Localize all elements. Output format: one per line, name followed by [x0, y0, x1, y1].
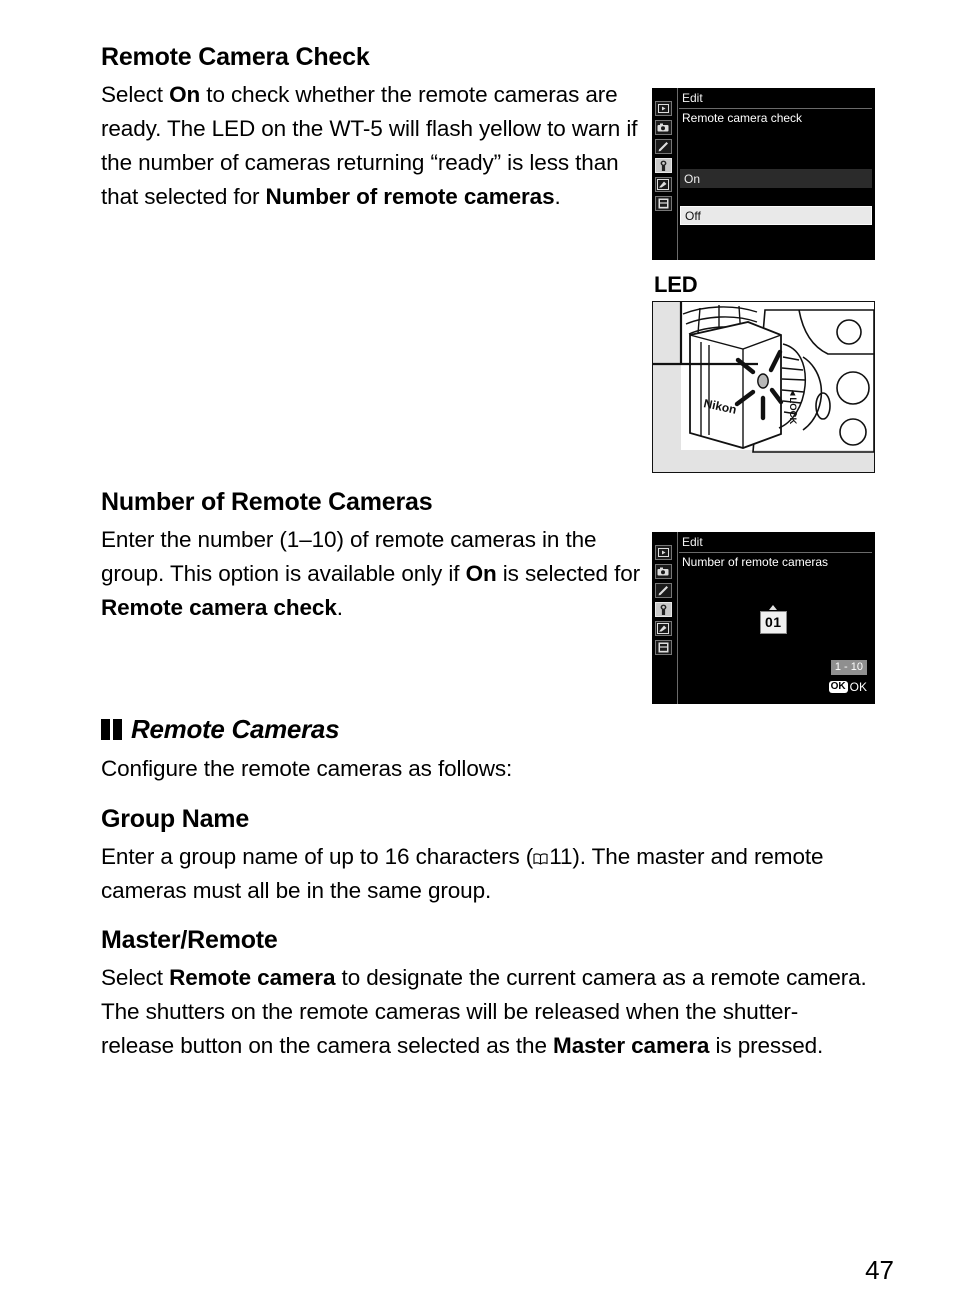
page-number: 47 [865, 1255, 894, 1285]
lcd-menu-rail [652, 532, 674, 704]
heading-number-of-remote-cameras: Number of Remote Cameras [101, 488, 433, 516]
section-remote-cameras: Remote Cameras Configure the remote came… [101, 716, 871, 786]
heading-master-remote: Master/Remote [101, 926, 278, 954]
section-group-name: Group Name Enter a group name of up to 1… [101, 805, 871, 908]
retouch-icon[interactable] [654, 621, 672, 636]
emphasis-master-camera: Master camera [553, 1032, 710, 1058]
text-run: Select [101, 81, 170, 107]
lcd-title-rule [679, 552, 872, 553]
shooting-menu-icon[interactable] [654, 564, 672, 579]
lcd-rail-divider [677, 88, 678, 260]
section-remote-camera-check: Remote Camera Check Select On to check w… [101, 43, 646, 214]
text-run: . [336, 594, 343, 620]
playback-icon[interactable] [654, 545, 672, 560]
section-master-remote: Master/Remote Select Remote camera to de… [101, 926, 871, 1063]
heading-remote-camera-check: Remote Camera Check [101, 43, 370, 71]
emphasis-remote-camera-check: Remote camera check [101, 594, 337, 620]
lock-text: ◄LOCK [787, 388, 798, 424]
reference-book-icon [533, 841, 548, 865]
heading-group-name: Group Name [101, 805, 250, 833]
paragraph-remote-camera-check: Select On to check whether the remote ca… [101, 78, 646, 214]
paragraph-remote-cameras-intro: Configure the remote cameras as follows: [101, 756, 513, 781]
led-indicator-dot [757, 373, 769, 389]
emphasis-remote-camera: Remote camera [169, 964, 336, 990]
lcd-subtitle: Number of remote cameras [682, 555, 829, 569]
value-range-badge: 1 - 10 [830, 660, 867, 676]
ok-hint: OK OK [828, 680, 867, 694]
paragraph-number-of-remote-cameras: Enter the number (1–10) of remote camera… [101, 523, 646, 625]
text-run: is pressed. [709, 1032, 824, 1058]
ok-hint-label: OK [849, 680, 867, 694]
lcd-menu-rail [652, 88, 674, 260]
remote-cameras-marker-heading: Remote Cameras [101, 716, 871, 742]
stepper-value: 01 [760, 611, 787, 634]
lcd-option-on[interactable]: On [680, 169, 872, 188]
emphasis-on: On [465, 560, 497, 586]
custom-settings-pencil-icon[interactable] [654, 139, 672, 154]
lcd-remote-camera-check: Edit Remote camera check On Off [652, 88, 875, 260]
lcd-rail-divider [677, 532, 678, 704]
lcd-number-of-remote-cameras: Edit Number of remote cameras 01 1 - 10 … [652, 532, 875, 704]
lcd-subtitle: Remote camera check [682, 111, 803, 125]
text-run: Enter a group name of up to 16 character… [101, 843, 534, 869]
lcd-title: Edit [682, 91, 703, 105]
playback-icon[interactable] [654, 101, 672, 116]
setup-wrench-icon[interactable] [654, 602, 672, 617]
lcd-option-off[interactable]: Off [680, 206, 872, 225]
text-run: is selected for [496, 560, 641, 586]
lcd-title: Edit [682, 535, 703, 549]
remote-camera-count-stepper[interactable]: 01 [760, 605, 787, 634]
emphasis-number-of-remote-cameras: Number of remote cameras [265, 183, 555, 209]
remote-cameras-title: Remote Cameras [131, 714, 340, 744]
text-run: Select [101, 964, 170, 990]
section-bars-icon [101, 718, 122, 740]
reference-page-number: 11 [549, 843, 573, 869]
illustration-artwork: Nikon ◄LOCK [653, 302, 874, 472]
recent-settings-icon[interactable] [654, 196, 672, 211]
paragraph-master-remote: Select Remote camera to designate the cu… [101, 961, 871, 1063]
ok-button-icon: OK [828, 681, 848, 693]
emphasis-on: On [169, 81, 201, 107]
paragraph-group-name: Enter a group name of up to 16 character… [101, 840, 871, 908]
retouch-icon[interactable] [654, 177, 672, 192]
shooting-menu-icon[interactable] [654, 120, 672, 135]
lcd-title-rule [679, 108, 872, 109]
wt5-led-illustration: Nikon ◄LOCK [652, 301, 875, 473]
stepper-up-arrow-icon[interactable] [769, 605, 778, 610]
text-run: . [554, 183, 561, 209]
recent-settings-icon[interactable] [654, 640, 672, 655]
led-callout-label: LED [654, 272, 698, 297]
document-page: Remote Camera Check Select On to check w… [0, 0, 954, 1314]
section-number-of-remote-cameras: Number of Remote Cameras Enter the numbe… [101, 488, 646, 625]
custom-settings-pencil-icon[interactable] [654, 583, 672, 598]
setup-wrench-icon[interactable] [654, 158, 672, 173]
